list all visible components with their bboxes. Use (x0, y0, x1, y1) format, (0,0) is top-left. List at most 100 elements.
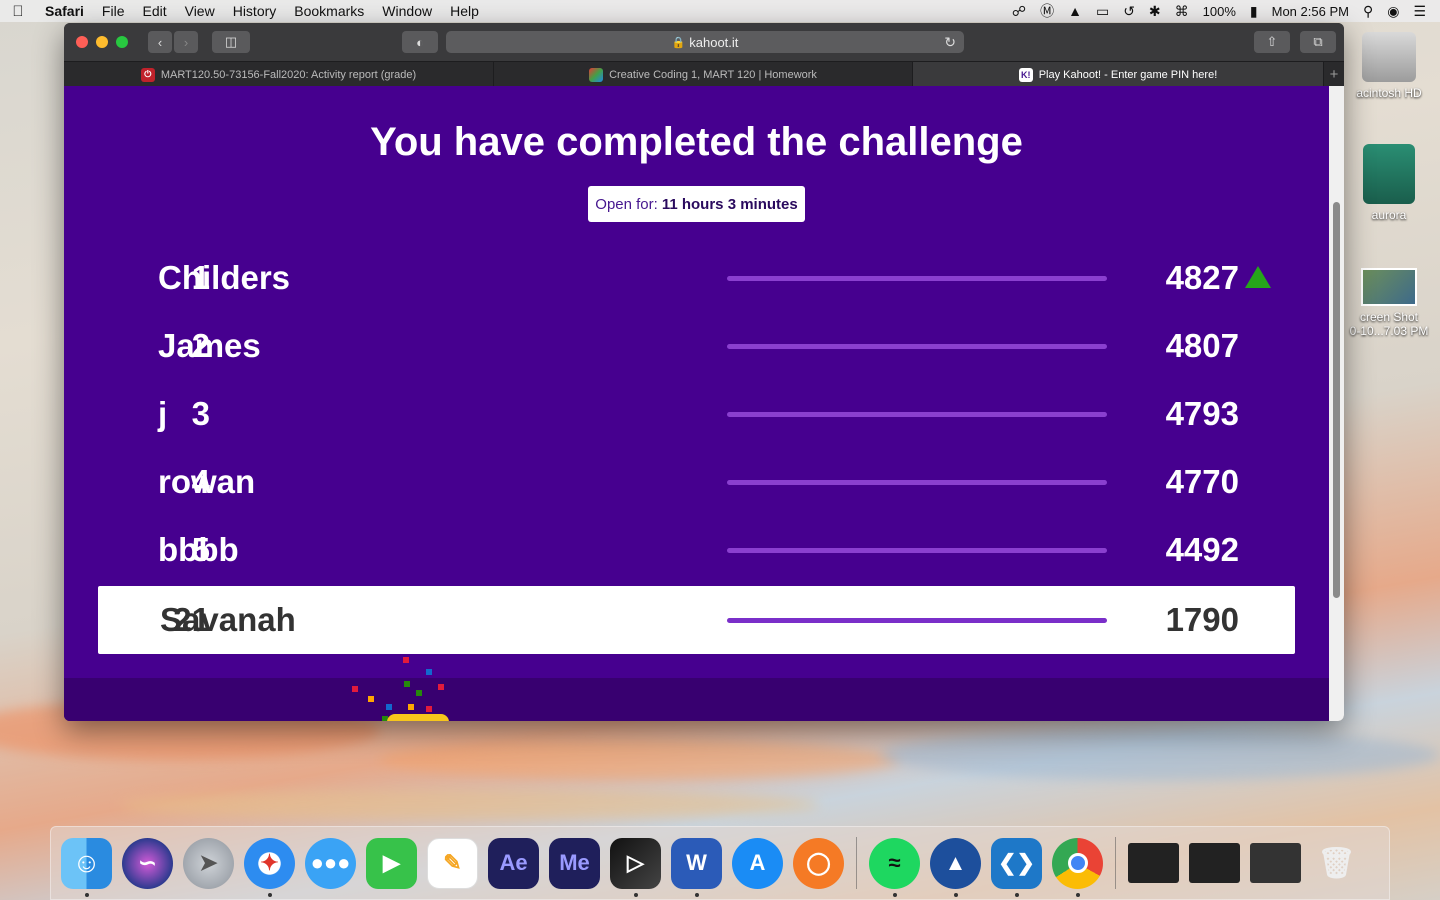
running-indicator (893, 892, 897, 897)
score-bar (727, 344, 1107, 349)
running-indicator (954, 892, 958, 897)
confetti-icon (426, 669, 432, 675)
after-effects-icon: Ae (499, 850, 528, 875)
menu-app-name[interactable]: Safari (36, 3, 93, 19)
dock-facetime[interactable]: ▶ (366, 837, 417, 889)
menu-window[interactable]: Window (373, 3, 441, 19)
page-scrollbar[interactable] (1329, 86, 1344, 721)
minimize-window-button[interactable] (96, 36, 108, 48)
time-machine-drive-icon (1363, 144, 1415, 204)
leaderboard-row: 1 Childers 4827 (98, 244, 1295, 312)
time-machine-icon[interactable]: ↺ (1123, 3, 1135, 20)
dock-app-store[interactable]: A (732, 837, 783, 889)
dock-media-encoder[interactable]: Me (549, 837, 600, 889)
desktop-icon-hard-drive[interactable]: acintosh HD (1344, 32, 1434, 100)
running-indicator (85, 892, 89, 897)
reload-icon[interactable]: ↻ (944, 34, 956, 51)
power-icon: ⏻ (140, 67, 155, 82)
dock-chrome[interactable] (1052, 837, 1103, 897)
dock-after-effects[interactable]: Ae (488, 837, 539, 889)
dock-minimized-window-3[interactable] (1250, 843, 1301, 883)
score: 4492 (1165, 531, 1239, 568)
wifi-icon[interactable]: ⌘ (1175, 3, 1189, 20)
page-title: You have completed the challenge (370, 120, 1023, 164)
trash-icon: 🗑 (1317, 846, 1356, 880)
malwarebytes-icon[interactable]: Ⓜ (1040, 1, 1054, 21)
dock-messages[interactable]: ●●● (305, 837, 356, 889)
close-window-button[interactable] (76, 36, 88, 48)
siri-icon[interactable]: ◉ (1387, 3, 1399, 20)
dock-launchpad[interactable]: ➤ (183, 837, 234, 889)
dock-trash[interactable]: 🗑 (1311, 838, 1362, 889)
dock-vscode[interactable]: ❮❯ (991, 837, 1042, 897)
menu-edit[interactable]: Edit (133, 3, 175, 19)
sidebar-button[interactable]: ◫ (212, 31, 250, 53)
new-tab-button[interactable]: + (1324, 62, 1344, 87)
vpn-icon[interactable]: ▲ (1068, 3, 1082, 19)
desktop-icon-aurora[interactable]: aurora (1344, 144, 1434, 222)
tab-creative-coding[interactable]: Creative Coding 1, MART 120 | Homework (494, 62, 913, 87)
dock-siri[interactable]: ∽ (122, 837, 173, 889)
share-button[interactable]: ⇧ (1254, 31, 1290, 53)
battery-icon[interactable]: ▮ (1250, 3, 1258, 20)
back-button[interactable]: ‹ (148, 31, 172, 53)
wallpaper-streak (120, 790, 820, 820)
player-name: bbbb (158, 531, 239, 568)
dock-minimized-window-1[interactable] (1128, 843, 1179, 883)
running-indicator (1076, 892, 1080, 897)
zoom-window-button[interactable] (116, 36, 128, 48)
menu-file[interactable]: File (93, 3, 134, 19)
forward-button[interactable]: › (174, 31, 198, 53)
tab-overview-button[interactable]: ⧉ (1300, 31, 1336, 53)
address-bar[interactable]: 🔒 kahoot.it ↻ (446, 31, 964, 53)
apple-menu-icon[interactable]:  (0, 3, 36, 20)
wallpaper-streak (380, 740, 900, 780)
desktop-icon-label: aurora (1371, 208, 1407, 222)
confetti-icon (416, 690, 422, 696)
battery-percent[interactable]: 100% (1203, 4, 1236, 19)
dock-word[interactable]: W (671, 837, 722, 897)
dock-origin[interactable]: ◯ (793, 837, 844, 889)
menu-history[interactable]: History (224, 3, 286, 19)
page-footer (64, 678, 1329, 721)
tabs-icon: ⧉ (1313, 34, 1323, 49)
notification-center-icon[interactable]: ☰ (1413, 3, 1426, 20)
sidebar-icon: ◫ (224, 34, 238, 49)
bluetooth-icon[interactable]: ✱ (1149, 3, 1161, 20)
confetti-icon (352, 686, 358, 692)
dock-mountain[interactable]: ▲ (930, 837, 981, 897)
score-bar (727, 412, 1107, 417)
airplay-icon[interactable]: ▭ (1096, 3, 1109, 20)
player-name: rowan (158, 463, 256, 500)
score: 1790 (1165, 601, 1239, 638)
confetti-icon (368, 696, 374, 702)
dock-safari[interactable]: ✦ (244, 837, 295, 897)
tab-activity-report[interactable]: ⏻ MART120.50-73156-Fall2020: Activity re… (64, 62, 494, 87)
scrollbar-thumb[interactable] (1333, 202, 1340, 598)
dock-spotify[interactable]: ≈ (869, 837, 920, 897)
dock-final-cut[interactable]: ▷ (610, 837, 661, 897)
running-indicator (268, 892, 272, 897)
score-bar (727, 480, 1107, 485)
media-encoder-icon: Me (559, 850, 590, 875)
running-indicator (695, 892, 699, 897)
spotlight-search-icon[interactable]: ⚲ (1363, 3, 1373, 20)
plus-icon: + (1329, 66, 1339, 83)
tab-kahoot[interactable]: K! Play Kahoot! - Enter game PIN here! (913, 62, 1324, 87)
dock-minimized-window-2[interactable] (1189, 843, 1240, 883)
menu-bookmarks[interactable]: Bookmarks (285, 3, 373, 19)
chevron-left-icon: ‹ (157, 34, 163, 50)
dock-finder[interactable]: ☺ (61, 837, 112, 897)
menu-view[interactable]: View (176, 3, 224, 19)
player-name: James (158, 327, 261, 364)
menu-help[interactable]: Help (441, 3, 488, 19)
app-store-icon: A (749, 850, 766, 875)
creative-cloud-icon[interactable]: ☍ (1012, 3, 1026, 20)
desktop-icon-screenshot[interactable]: creen Shot 0-10...7.03 PM (1344, 268, 1434, 338)
triangle-logo-icon (589, 67, 604, 82)
tab-title: MART120.50-73156-Fall2020: Activity repo… (160, 68, 417, 81)
dock-pages[interactable]: ✎ (427, 837, 478, 889)
privacy-report-button[interactable]: ◐ (402, 31, 438, 53)
clock[interactable]: Mon 2:56 PM (1272, 4, 1349, 19)
chevron-right-icon: › (183, 34, 189, 50)
